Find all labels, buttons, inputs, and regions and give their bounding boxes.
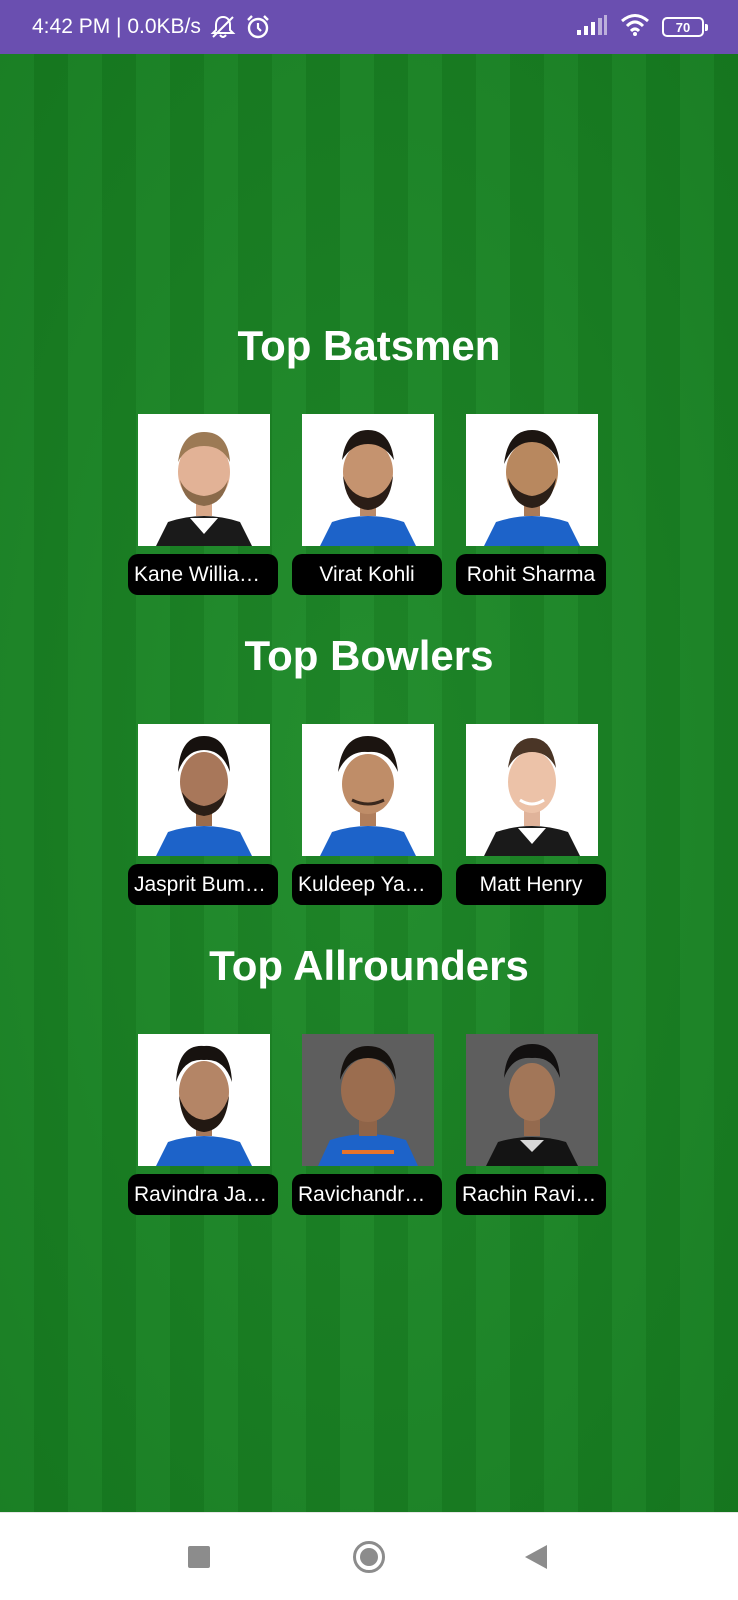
player-photo [302, 1034, 434, 1166]
mute-icon [209, 14, 237, 40]
batsmen-row: Kane Williamson Virat Kohli Rohit Sharma [128, 414, 610, 600]
battery-icon: 70 [662, 17, 708, 37]
player-name: Kuldeep Yadav [292, 864, 442, 905]
status-bar: 4:42 PM | 0.0KB/s 70 [0, 0, 738, 54]
navigation-bar [0, 1512, 738, 1600]
player-name: Ravindra Jadeja [128, 1174, 278, 1215]
player-card[interactable]: Ravichandran Ashwin [292, 1034, 442, 1220]
player-photo [466, 724, 598, 856]
player-photo [466, 1034, 598, 1166]
status-time-speed: 4:42 PM | 0.0KB/s [32, 15, 201, 38]
player-name: Matt Henry [456, 864, 606, 905]
player-card[interactable]: Ravindra Jadeja [128, 1034, 278, 1220]
player-name: Kane Williamson [128, 554, 278, 595]
player-card[interactable]: Jasprit Bumrah [128, 724, 278, 910]
allrounders-row: Ravindra Jadeja Ravichandran Ashwin Rach… [128, 1034, 610, 1220]
wifi-icon [620, 13, 650, 42]
player-photo [138, 724, 270, 856]
recents-square-icon[interactable] [179, 1537, 219, 1577]
player-photo [302, 414, 434, 546]
player-name: Jasprit Bumrah [128, 864, 278, 905]
player-photo [302, 724, 434, 856]
player-photo [138, 1034, 270, 1166]
player-card[interactable]: Rachin Ravindra [456, 1034, 606, 1220]
player-card[interactable]: Virat Kohli [292, 414, 442, 600]
signal-icon [576, 14, 608, 41]
section-title-bowlers: Top Bowlers [244, 632, 494, 679]
alarm-icon [245, 14, 271, 40]
player-name: Virat Kohli [292, 554, 442, 595]
player-card[interactable]: Matt Henry [456, 724, 606, 910]
player-card[interactable]: Kane Williamson [128, 414, 278, 600]
player-card[interactable]: Rohit Sharma [456, 414, 606, 600]
status-right: 70 [576, 13, 708, 42]
back-triangle-icon[interactable] [516, 1537, 556, 1577]
status-left: 4:42 PM | 0.0KB/s [32, 14, 271, 40]
player-name: Rohit Sharma [456, 554, 606, 595]
player-photo [466, 414, 598, 546]
section-title-allrounders: Top Allrounders [209, 942, 529, 989]
player-name: Rachin Ravindra [456, 1174, 606, 1215]
bowlers-row: Jasprit Bumrah Kuldeep Yadav Matt Henry [128, 724, 610, 910]
player-card[interactable]: Kuldeep Yadav [292, 724, 442, 910]
section-title-batsmen: Top Batsmen [237, 322, 501, 369]
home-circle-icon[interactable] [349, 1537, 389, 1577]
player-name: Ravichandran Ashwin [292, 1174, 442, 1215]
player-photo [138, 414, 270, 546]
battery-level: 70 [675, 19, 691, 35]
